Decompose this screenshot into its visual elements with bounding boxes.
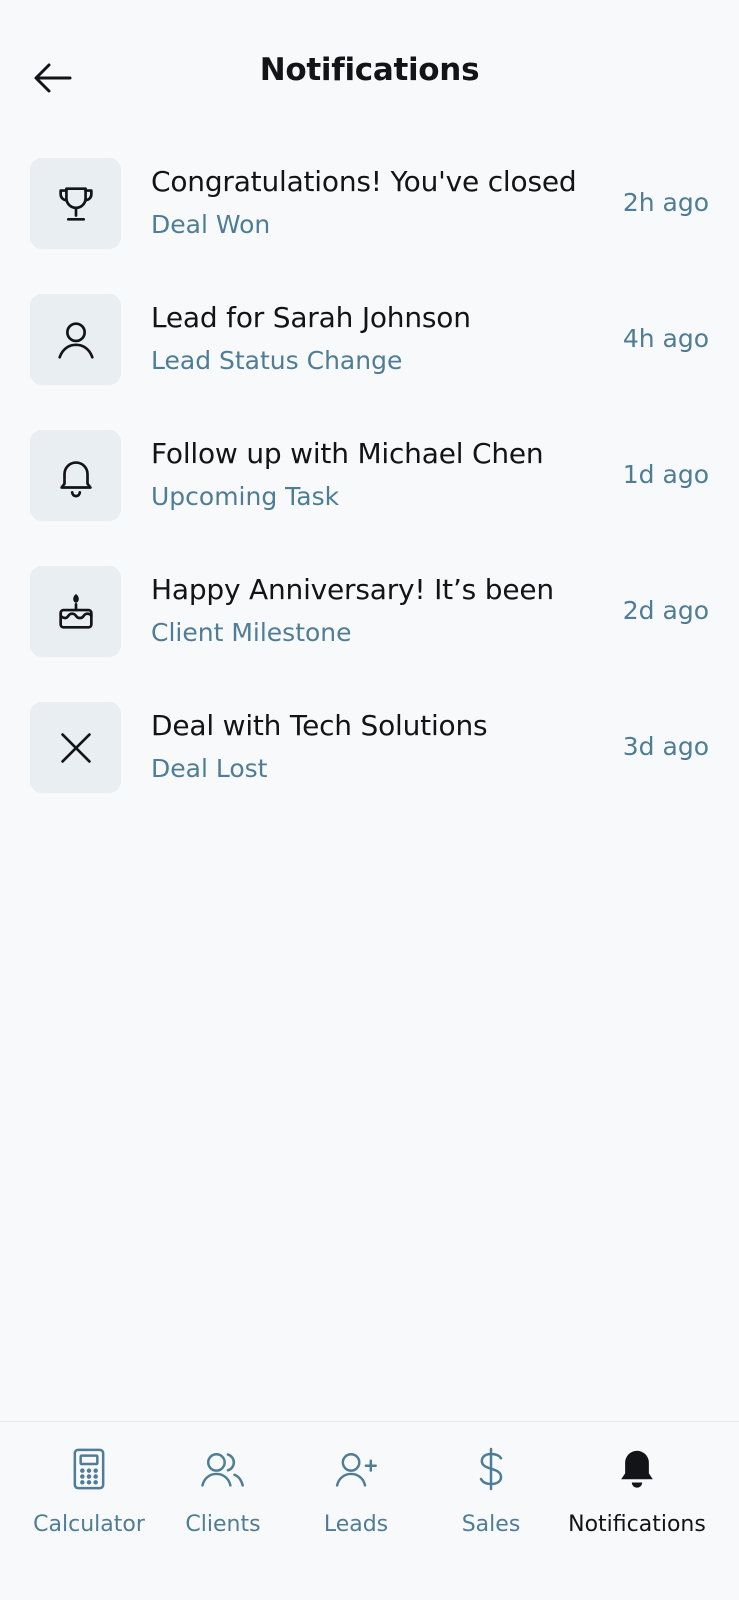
notification-item[interactable]: Happy Anniversary! It’s been Client Mile… xyxy=(0,566,739,702)
users-icon xyxy=(201,1452,244,1487)
notification-message: Happy Anniversary! It’s been xyxy=(151,573,554,606)
notification-message: Congratulations! You've closed xyxy=(151,165,577,198)
tab-notifications[interactable]: Notifications xyxy=(562,1422,712,1600)
notification-message: Deal with Tech Solutions xyxy=(151,709,488,742)
user-plus-icon xyxy=(335,1452,377,1487)
tab-label: Clients xyxy=(185,1512,261,1537)
notification-item[interactable]: Follow up with Michael Chen Upcoming Tas… xyxy=(0,430,739,566)
tab-sales[interactable]: Sales xyxy=(431,1422,551,1600)
bell-icon xyxy=(59,460,92,497)
notification-category: Lead Status Change xyxy=(151,346,403,375)
tab-leads[interactable]: Leads xyxy=(296,1422,416,1600)
page-title: Notifications xyxy=(259,52,480,88)
notification-category: Deal Won xyxy=(151,210,271,239)
tab-calculator[interactable]: Calculator xyxy=(14,1422,164,1600)
bottom-tab-bar: Calculator Clients Leads Sales Notificat… xyxy=(0,1421,739,1600)
notification-icon-tile xyxy=(30,430,121,521)
top-app-bar: Notifications xyxy=(0,0,739,150)
notification-category: Client Milestone xyxy=(151,618,352,647)
user-icon xyxy=(57,321,94,359)
trophy-icon xyxy=(58,186,93,221)
notification-time: 3d ago xyxy=(622,732,709,761)
tab-label: Leads xyxy=(323,1512,389,1537)
tab-clients[interactable]: Clients xyxy=(163,1422,283,1600)
notification-message: Follow up with Michael Chen xyxy=(151,437,544,470)
notification-item[interactable]: Deal with Tech Solutions Deal Lost 3d ag… xyxy=(0,702,739,838)
bell-filled-icon xyxy=(621,1450,653,1488)
tab-label: Calculator xyxy=(33,1512,145,1537)
notification-item[interactable]: Lead for Sarah Johnson Lead Status Chang… xyxy=(0,294,739,430)
close-icon xyxy=(60,732,91,763)
calculator-icon xyxy=(73,1448,105,1490)
notification-icon-tile xyxy=(30,702,121,793)
notification-icon-tile xyxy=(30,566,121,657)
dollar-icon xyxy=(479,1447,503,1491)
notification-category: Deal Lost xyxy=(151,754,268,783)
notification-time: 1d ago xyxy=(622,460,709,489)
tab-label: Sales xyxy=(461,1512,521,1537)
notification-category: Upcoming Task xyxy=(151,482,340,511)
notification-time: 2h ago xyxy=(622,188,709,217)
tab-label: Notifications xyxy=(568,1512,706,1537)
notification-icon-tile xyxy=(30,294,121,385)
notification-time: 4h ago xyxy=(622,324,709,353)
notification-list: Congratulations! You've closed Deal Won … xyxy=(0,158,739,838)
notification-item[interactable]: Congratulations! You've closed Deal Won … xyxy=(0,158,739,294)
notification-time: 2d ago xyxy=(622,596,709,625)
notification-message: Lead for Sarah Johnson xyxy=(151,301,471,334)
notification-icon-tile xyxy=(30,158,121,249)
cake-icon xyxy=(58,593,93,629)
